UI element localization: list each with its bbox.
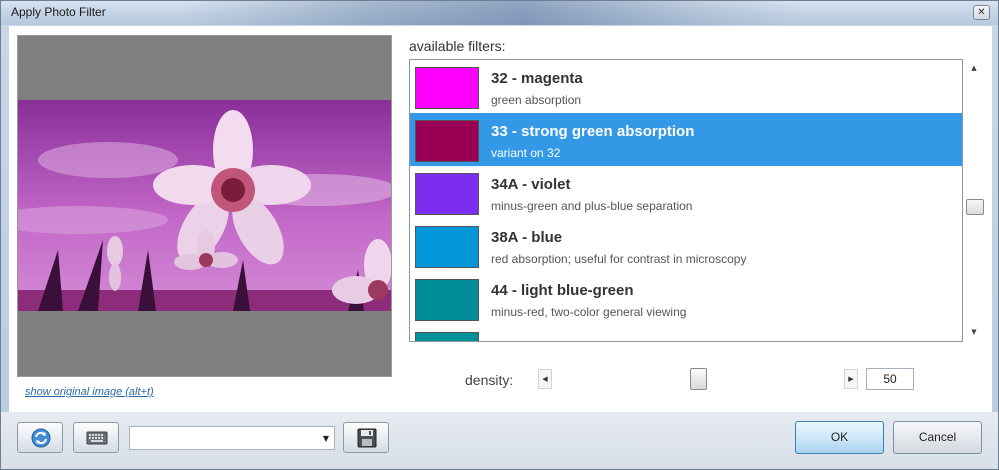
scrollbar-thumb[interactable] xyxy=(966,199,984,215)
filter-name: 34A - violet xyxy=(491,176,571,193)
cancel-button[interactable]: Cancel xyxy=(893,421,982,454)
chevron-down-icon: ▼ xyxy=(322,434,329,443)
save-preset-button[interactable] xyxy=(343,422,389,453)
keyboard-button[interactable] xyxy=(73,422,119,453)
filter-item-44-light-blue-green[interactable]: 44 - light blue-green minus-red, two-col… xyxy=(410,272,962,325)
filter-name: 32 - magenta xyxy=(491,70,583,87)
density-label: density: xyxy=(465,372,514,388)
filter-list-scrollbar[interactable]: ▲ ▼ xyxy=(963,59,985,342)
refresh-icon xyxy=(31,428,51,448)
color-swatch xyxy=(415,120,479,162)
filter-description: minus-red, two-color general viewing xyxy=(491,305,687,319)
density-increase-arrow-icon[interactable]: ▶ xyxy=(844,369,858,389)
preview-photo xyxy=(18,100,391,311)
color-swatch xyxy=(415,332,479,341)
close-button[interactable]: ✕ xyxy=(973,5,990,20)
filter-name: 38A - blue xyxy=(491,229,563,246)
ok-button[interactable]: OK xyxy=(795,421,884,454)
scroll-up-arrow-icon[interactable]: ▲ xyxy=(968,62,980,74)
density-slider-thumb[interactable] xyxy=(689,368,707,390)
density-value-field[interactable]: 50 xyxy=(866,368,914,390)
color-swatch xyxy=(415,279,479,321)
preset-dropdown[interactable]: ▼ xyxy=(129,426,335,450)
filter-item-33-strong-green-absorption[interactable]: 33 - strong green absorption variant on … xyxy=(410,113,962,166)
dialog-client-area: show original image (alt+t) available fi… xyxy=(9,26,992,412)
close-icon: ✕ xyxy=(977,7,986,18)
show-original-image-link[interactable]: show original image (alt+t) xyxy=(25,386,154,398)
dialog-button-bar: ▼ OK Cancel xyxy=(1,412,998,469)
filter-name: 44 - light blue-green xyxy=(491,282,634,299)
floppy-disk-icon xyxy=(357,428,377,448)
filter-list[interactable]: 32 - magenta green absorption 33 - stron… xyxy=(409,59,963,342)
keyboard-icon xyxy=(86,431,108,445)
window-title: Apply Photo Filter xyxy=(11,5,106,19)
density-decrease-arrow-icon[interactable]: ◀ xyxy=(538,369,552,389)
available-filters-label: available filters: xyxy=(409,38,506,54)
filter-description: variant on 32 xyxy=(491,146,561,160)
color-swatch xyxy=(415,173,479,215)
filter-item-32-magenta[interactable]: 32 - magenta green absorption xyxy=(410,60,962,113)
title-bar[interactable]: Apply Photo Filter ✕ xyxy=(1,1,998,25)
title-bar-background xyxy=(181,1,801,25)
filter-item-34a-violet[interactable]: 34A - violet minus-green and plus-blue s… xyxy=(410,166,962,219)
scroll-down-arrow-icon[interactable]: ▼ xyxy=(968,326,980,338)
filter-name: 33 - strong green absorption xyxy=(491,123,695,140)
color-swatch xyxy=(415,226,479,268)
filter-item-partial[interactable] xyxy=(410,325,962,341)
color-swatch xyxy=(415,67,479,109)
image-preview xyxy=(17,35,392,377)
dialog-window: Apply Photo Filter ✕ show original image… xyxy=(0,0,999,470)
filter-item-38a-blue[interactable]: 38A - blue red absorption; useful for co… xyxy=(410,219,962,272)
filter-description: red absorption; useful for contrast in m… xyxy=(491,252,747,266)
refresh-button[interactable] xyxy=(17,422,63,453)
filter-description: minus-green and plus-blue separation xyxy=(491,199,693,213)
filter-description: green absorption xyxy=(491,93,582,107)
